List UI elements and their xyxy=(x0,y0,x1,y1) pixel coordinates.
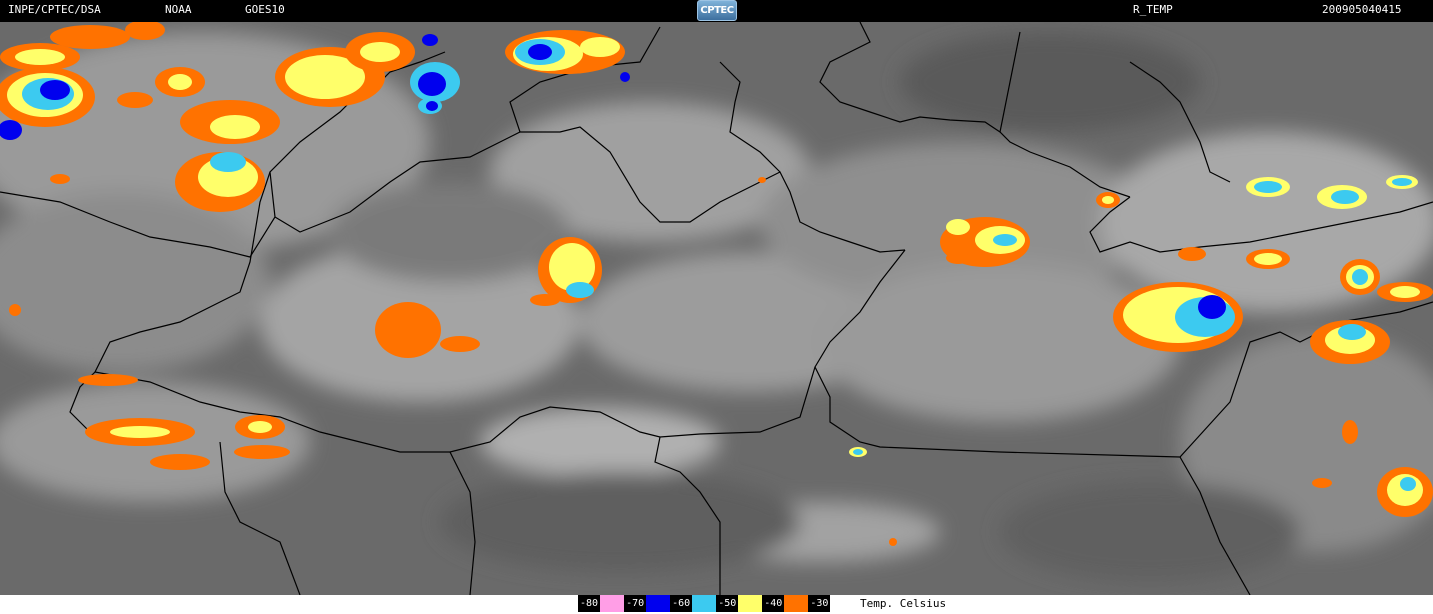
legend-swatch xyxy=(692,595,717,612)
legend-swatch xyxy=(830,595,855,612)
legend-item: -80 xyxy=(578,595,625,612)
cptec-logo: CPTEC xyxy=(697,0,737,21)
legend-unit: Temp. Celsius xyxy=(860,597,947,610)
logo-text: CPTEC xyxy=(700,5,734,16)
legend-swatch xyxy=(600,595,625,612)
legend-item-label: -80 xyxy=(578,595,601,612)
cell-east-2 xyxy=(1113,282,1243,352)
legend-item: -60 xyxy=(670,595,717,612)
legend-swatch xyxy=(784,595,809,612)
satellite-label: GOES10 xyxy=(245,3,285,16)
legend-item: -30 xyxy=(808,595,855,612)
legend-item: -50 xyxy=(716,595,763,612)
legend-item-label: -50 xyxy=(716,595,739,612)
legend-item-label: -30 xyxy=(808,595,831,612)
legend-item-label: -70 xyxy=(624,595,647,612)
legend-item: -40 xyxy=(762,595,809,612)
legend-swatch xyxy=(738,595,763,612)
temperature-scale: -80 -70 -60 -50 -40 -30 xyxy=(578,595,855,612)
timestamp-label: 200905040415 xyxy=(1322,3,1402,16)
cell-east-1 xyxy=(940,217,1030,267)
header-bar: INPE/CPTEC/DSA NOAA GOES10 CPTEC R_TEMP … xyxy=(0,0,1433,22)
org-label: INPE/CPTEC/DSA xyxy=(8,3,101,16)
legend-swatch xyxy=(646,595,671,612)
legend-bar: -80 -70 -60 -50 -40 -30 Temp. Celsius xyxy=(0,595,1433,614)
legend-item-label: -60 xyxy=(670,595,693,612)
legend-item: -70 xyxy=(624,595,671,612)
agency-label: NOAA xyxy=(165,3,192,16)
satellite-image xyxy=(0,22,1433,595)
satellite-imagery-svg xyxy=(0,22,1433,595)
legend-item-label: -40 xyxy=(762,595,785,612)
product-label: R_TEMP xyxy=(1133,3,1173,16)
